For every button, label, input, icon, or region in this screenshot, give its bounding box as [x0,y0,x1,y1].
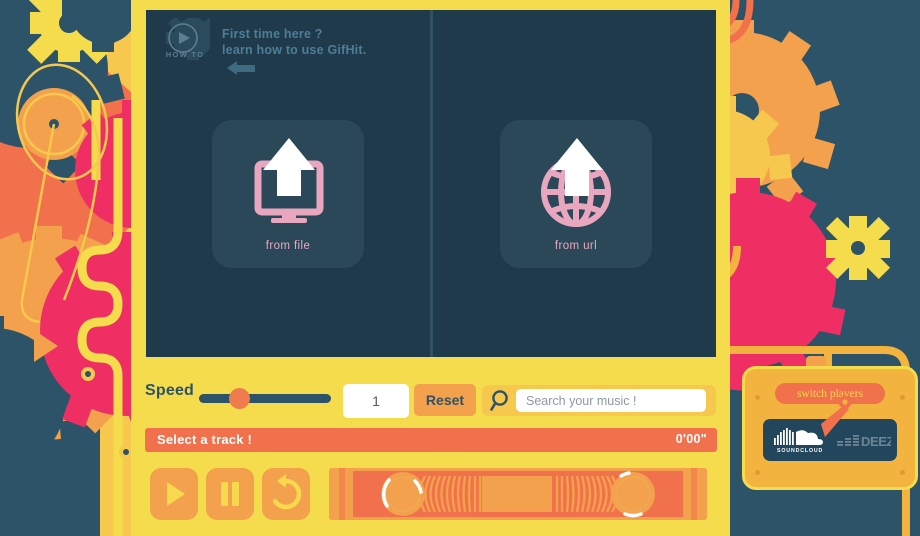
upload-from-url-label: from url [554,240,598,252]
monitor-upload-icon [212,134,364,247]
arrow-left-icon [227,61,255,75]
play-button[interactable] [150,468,198,520]
transport-row [131,466,730,526]
upload-from-file-label: from file [265,240,311,252]
loop-button[interactable] [262,468,310,520]
reset-button[interactable]: Reset [414,384,476,416]
panel-screw-bl [755,470,760,475]
track-title: Select a track ! [157,432,252,447]
how-to-text: First time here ? learn how to use GifHi… [222,26,366,58]
gear-yellow-small-right [825,216,891,280]
track-progress-bar[interactable]: Select a track ! 0'00" [145,428,717,452]
how-to-link[interactable]: HOW TO First time here ? learn how to us… [152,14,422,76]
panel-screw-tr [900,395,905,400]
speed-slider-knob[interactable] [228,388,250,409]
how-to-line-1: First time here ? [222,27,323,41]
loop-icon [272,474,302,510]
search-bar[interactable] [482,385,716,416]
app-frame: HOW TO First time here ? learn how to us… [131,0,730,536]
panel-screw-tl [755,395,760,400]
cassette-reel-right [611,471,655,518]
viewer-divider [430,10,433,357]
upload-from-url-tile[interactable]: from url [500,120,652,268]
dot-accent-2-core [123,449,129,455]
soundcloud-wordmark: SOUNDCLOUD [777,448,823,454]
speed-value-input[interactable] [343,384,409,418]
how-to-badge-label: HOW TO [165,50,205,59]
players-panel: switch players SOUNDCLOUD DEEZ [742,366,918,490]
panel-screw-br [900,470,905,475]
cassette-tape-icon[interactable] [329,468,707,520]
switch-players-button[interactable]: switch players [775,383,885,404]
players-options-box: SOUNDCLOUD DEEZER [763,419,897,461]
cassette-reel-left [381,472,425,516]
upload-from-file-tile[interactable]: from file [212,120,364,268]
search-icon[interactable] [489,389,513,412]
globe-upload-icon [500,134,652,247]
speed-label: Speed [145,382,195,399]
deezer-wordmark: DEEZER [861,434,891,448]
controls-row: Speed Reset [131,370,730,428]
soundcloud-logo[interactable]: SOUNDCLOUD [773,426,829,454]
pause-button[interactable] [206,468,254,520]
how-to-line-2: learn how to use GifHit. [222,43,367,57]
dot-accent-1-core [85,371,91,377]
track-time: 0'00" [675,432,707,446]
speed-slider[interactable] [199,388,331,409]
deezer-logo[interactable]: DEEZER [837,432,891,448]
search-input[interactable] [516,389,706,412]
pause-icon [221,482,239,506]
play-icon [167,482,185,506]
play-circle-icon [166,18,210,60]
viewer-panel: HOW TO First time here ? learn how to us… [146,10,716,357]
